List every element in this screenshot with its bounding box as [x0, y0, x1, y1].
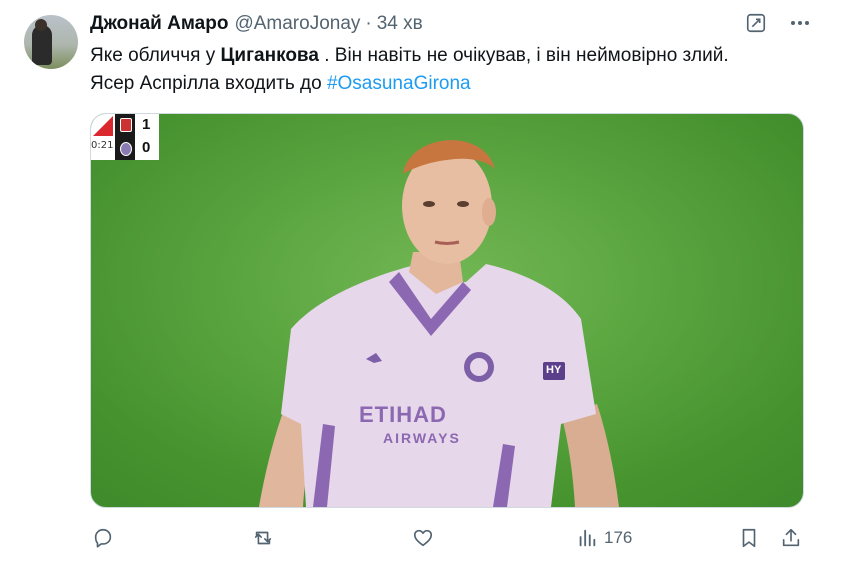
views-button[interactable]: 176 [576, 524, 632, 552]
home-score: 1 [142, 116, 151, 133]
hashtag-link[interactable]: #OsasunaGirona [327, 73, 471, 94]
tweet-media-image[interactable]: ETIHAD AIRWAYS HY 0:21 1 0 [90, 113, 804, 508]
separator-dot: · [365, 13, 372, 34]
tweet-header: Джонай Амаро @AmaroJonay · 34 хв [90, 12, 423, 36]
tweet-text-line2: Ясер Аспрілла входить до [90, 73, 327, 94]
more-icon[interactable] [791, 12, 809, 34]
like-icon [413, 529, 433, 547]
avatar[interactable] [24, 15, 78, 69]
bookmark-button[interactable] [738, 524, 760, 552]
share-icon [782, 528, 800, 547]
share-button[interactable] [780, 524, 802, 552]
reply-icon [94, 528, 112, 548]
tweet-text-part2: . Він навіть не очікував, і він неймовір… [318, 45, 729, 66]
avatar-figure [32, 25, 52, 65]
header-icons [745, 12, 809, 34]
away-score: 0 [142, 139, 151, 156]
tweet-mention-bold: Циганкова [220, 45, 319, 66]
views-icon [579, 529, 596, 547]
retweet-icon [254, 531, 272, 545]
tweet[interactable]: Джонай Амаро @AmaroJonay · 34 хв Яке обл… [0, 0, 849, 562]
home-team-badge [120, 118, 132, 132]
reply-button[interactable] [92, 524, 114, 552]
scoreboard-time: 0:21 [91, 140, 114, 151]
tweet-text-part1: Яке обличчя у [90, 45, 221, 66]
shirt-sponsor-line2: AIRWAYS [383, 430, 461, 446]
like-button[interactable] [412, 524, 434, 552]
away-team-badge [120, 142, 132, 156]
author-name[interactable]: Джонай Амаро [90, 13, 228, 35]
author-handle[interactable]: @AmaroJonay [234, 13, 360, 35]
scoreboard: 0:21 1 0 [91, 114, 161, 160]
retweet-button[interactable] [252, 524, 274, 552]
views-count: 176 [604, 528, 633, 547]
grok-icon[interactable] [745, 12, 767, 34]
avatar-head [35, 19, 47, 31]
player-photo [91, 114, 803, 507]
bookmark-icon [742, 528, 756, 548]
sleeve-text: HY [546, 364, 562, 376]
tweet-time[interactable]: 34 хв [377, 13, 423, 35]
tweet-text: Яке обличчя у Циганкова . Він навіть не … [90, 42, 810, 98]
action-bar: 176 [90, 524, 810, 552]
shirt-sponsor-line1: ETIHAD [359, 402, 447, 427]
